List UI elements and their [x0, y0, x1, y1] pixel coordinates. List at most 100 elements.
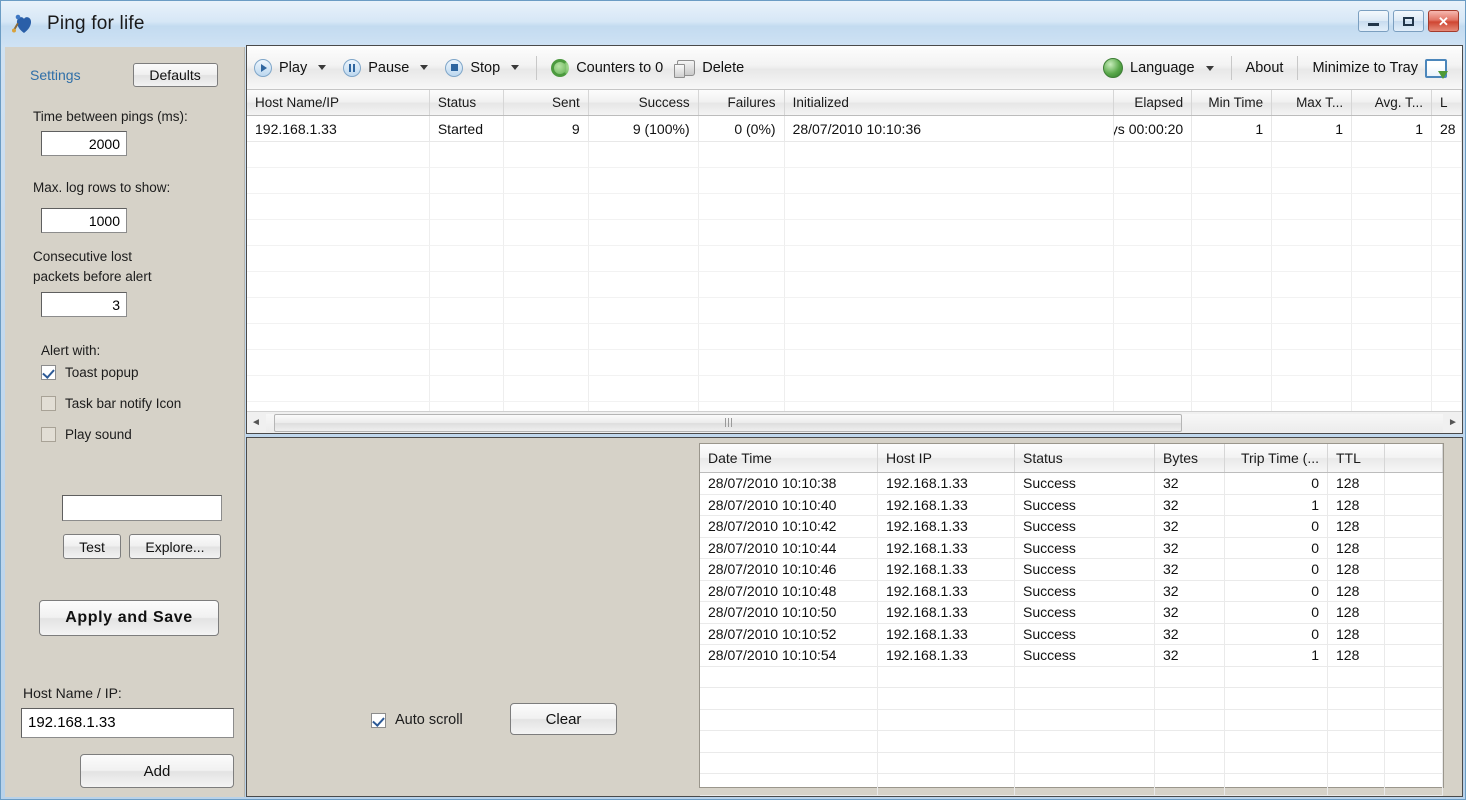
- pause-button[interactable]: Pause: [336, 51, 416, 85]
- log-row[interactable]: 28/07/2010 10:10:48 192.168.1.33 Success 32…: [700, 580, 1443, 602]
- toast-popup-label: Toast popup: [65, 365, 139, 380]
- taskbar-notify-checkbox[interactable]: [41, 396, 56, 411]
- log-cell: 28/07/2010 10:10:46: [700, 559, 878, 581]
- scroll-left-arrow-icon[interactable]: ◄: [247, 413, 265, 433]
- host-name-input[interactable]: 192.168.1.33: [21, 708, 234, 738]
- scroll-right-arrow-icon[interactable]: ►: [1444, 413, 1462, 433]
- play-button[interactable]: Play: [247, 51, 314, 85]
- max-log-rows-input[interactable]: 1000: [41, 208, 127, 233]
- play-sound-checkbox[interactable]: [41, 427, 56, 442]
- hosts-grid-hscrollbar[interactable]: ◄ ►: [247, 411, 1462, 433]
- about-button[interactable]: About: [1239, 51, 1291, 85]
- clear-log-button[interactable]: Clear: [510, 703, 617, 735]
- hosts-grid-empty-cell: [588, 246, 699, 272]
- alert-play-sound-row[interactable]: Play sound: [41, 427, 132, 442]
- auto-scroll-row[interactable]: Auto scroll: [371, 712, 463, 728]
- pause-dropdown-arrow-icon[interactable]: [420, 65, 429, 70]
- log-cell: 128: [1328, 623, 1385, 645]
- hosts-grid-empty-cell: [1432, 376, 1462, 402]
- log-column-header[interactable]: Host IP: [878, 444, 1015, 472]
- hosts-grid-empty-cell: [588, 142, 699, 168]
- hosts-grid-column-header[interactable]: L: [1432, 90, 1462, 115]
- log-row[interactable]: 28/07/2010 10:10:50 192.168.1.33 Success 32…: [700, 602, 1443, 624]
- log-column-header[interactable]: Bytes: [1155, 444, 1225, 472]
- delete-button[interactable]: Delete: [670, 51, 751, 85]
- test-sound-button[interactable]: Test: [63, 534, 121, 559]
- hosts-grid-column-header[interactable]: Status: [430, 90, 504, 115]
- host-name-label: Host Name / IP:: [23, 685, 122, 701]
- log-row[interactable]: 28/07/2010 10:10:46 192.168.1.33 Success 32…: [700, 559, 1443, 581]
- language-dropdown-arrow-icon[interactable]: [1205, 65, 1214, 71]
- log-empty-cell: [1155, 688, 1225, 710]
- log-column-header[interactable]: Trip Time (...: [1225, 444, 1328, 472]
- log-column-header[interactable]: Date Time: [700, 444, 878, 472]
- log-empty-cell: [1015, 731, 1155, 753]
- hosts-grid-empty-cell: [1432, 350, 1462, 376]
- hosts-grid-empty-cell: [1114, 376, 1193, 402]
- log-empty-row: [700, 731, 1443, 753]
- minimize-button[interactable]: [1358, 10, 1389, 32]
- hosts-grid-column-header[interactable]: Avg. T...: [1352, 90, 1433, 115]
- hosts-grid-empty-cell: [784, 142, 1115, 168]
- language-button[interactable]: Language: [1096, 51, 1202, 85]
- hscrollbar-track[interactable]: [266, 413, 1443, 432]
- log-empty-row: [700, 666, 1443, 688]
- stop-dropdown-arrow-icon[interactable]: [511, 65, 520, 70]
- close-button[interactable]: ✕: [1428, 10, 1459, 32]
- log-row[interactable]: 28/07/2010 10:10:38 192.168.1.33 Success 32…: [700, 473, 1443, 495]
- log-cell: 28/07/2010 10:10:42: [700, 516, 878, 538]
- hosts-grid-column-header[interactable]: Success: [589, 90, 699, 115]
- hosts-grid-empty-cell: [503, 194, 589, 220]
- log-row[interactable]: 28/07/2010 10:10:44 192.168.1.33 Success 32…: [700, 537, 1443, 559]
- explore-button[interactable]: Explore...: [129, 534, 221, 559]
- hosts-grid-empty-cell: [247, 246, 430, 272]
- log-empty-cell: [1015, 752, 1155, 774]
- apply-and-save-button[interactable]: Apply and Save: [39, 600, 219, 636]
- sound-file-input[interactable]: [62, 495, 222, 521]
- about-label: About: [1245, 60, 1284, 76]
- toast-popup-checkbox[interactable]: [41, 365, 56, 380]
- globe-icon: [1103, 58, 1124, 78]
- hosts-grid-body: 192.168.1.33 Started 9 9 (100%) 0 (0%) 28/07/…: [247, 116, 1462, 412]
- alert-toast-popup-row[interactable]: Toast popup: [41, 365, 139, 380]
- log-empty-row: [700, 774, 1443, 796]
- hosts-grid-column-header[interactable]: Initialized: [785, 90, 1115, 115]
- hosts-grid-empty-cell: [429, 194, 504, 220]
- log-cell: 32: [1155, 494, 1225, 516]
- log-column-header[interactable]: Status: [1015, 444, 1155, 472]
- hosts-grid-column-header[interactable]: Host Name/IP: [247, 90, 430, 115]
- play-dropdown-arrow-icon[interactable]: [318, 65, 327, 70]
- hosts-grid-empty-cell: [1272, 220, 1353, 246]
- hosts-grid-column-header[interactable]: Min Time: [1192, 90, 1273, 115]
- hosts-grid-cell: 28: [1432, 116, 1462, 142]
- hosts-grid-column-header[interactable]: Max T...: [1272, 90, 1353, 115]
- log-column-header[interactable]: TTL: [1328, 444, 1385, 472]
- stop-button[interactable]: Stop: [438, 51, 507, 85]
- hosts-grid-row[interactable]: 192.168.1.33 Started 9 9 (100%) 0 (0%) 28/07/…: [247, 116, 1462, 142]
- hosts-grid-empty-row: [247, 350, 1462, 376]
- auto-scroll-checkbox[interactable]: [371, 712, 386, 728]
- log-row[interactable]: 28/07/2010 10:10:52 192.168.1.33 Success 32…: [700, 623, 1443, 645]
- minimize-to-tray-button[interactable]: Minimize to Tray: [1305, 51, 1454, 85]
- time-between-pings-input[interactable]: 2000: [41, 131, 127, 156]
- maximize-button[interactable]: [1393, 10, 1424, 32]
- hosts-grid-empty-cell: [1432, 298, 1462, 324]
- hosts-grid-column-header[interactable]: Sent: [504, 90, 589, 115]
- consecutive-lost-input[interactable]: 3: [41, 292, 127, 317]
- hosts-grid-empty-cell: [1352, 324, 1433, 350]
- log-row[interactable]: 28/07/2010 10:10:54 192.168.1.33 Success 32…: [700, 645, 1443, 667]
- hosts-grid-empty-cell: [588, 298, 699, 324]
- log-column-header[interactable]: [1385, 444, 1443, 472]
- hosts-grid-empty-cell: [247, 350, 430, 376]
- counters-to-zero-button[interactable]: Counters to 0: [544, 51, 670, 85]
- hosts-grid-column-header[interactable]: Failures: [699, 90, 785, 115]
- add-host-button[interactable]: Add: [80, 754, 234, 788]
- alert-taskbar-icon-row[interactable]: Task bar notify Icon: [41, 396, 181, 411]
- log-row[interactable]: 28/07/2010 10:10:40 192.168.1.33 Success 32…: [700, 494, 1443, 516]
- hscrollbar-thumb[interactable]: [274, 413, 1182, 432]
- hosts-grid-empty-cell: [698, 168, 785, 194]
- hosts-grid-empty-cell: [588, 220, 699, 246]
- defaults-button[interactable]: Defaults: [132, 63, 218, 87]
- log-row[interactable]: 28/07/2010 10:10:42 192.168.1.33 Success 32…: [700, 516, 1443, 538]
- hosts-grid-column-header[interactable]: Elapsed: [1114, 90, 1193, 115]
